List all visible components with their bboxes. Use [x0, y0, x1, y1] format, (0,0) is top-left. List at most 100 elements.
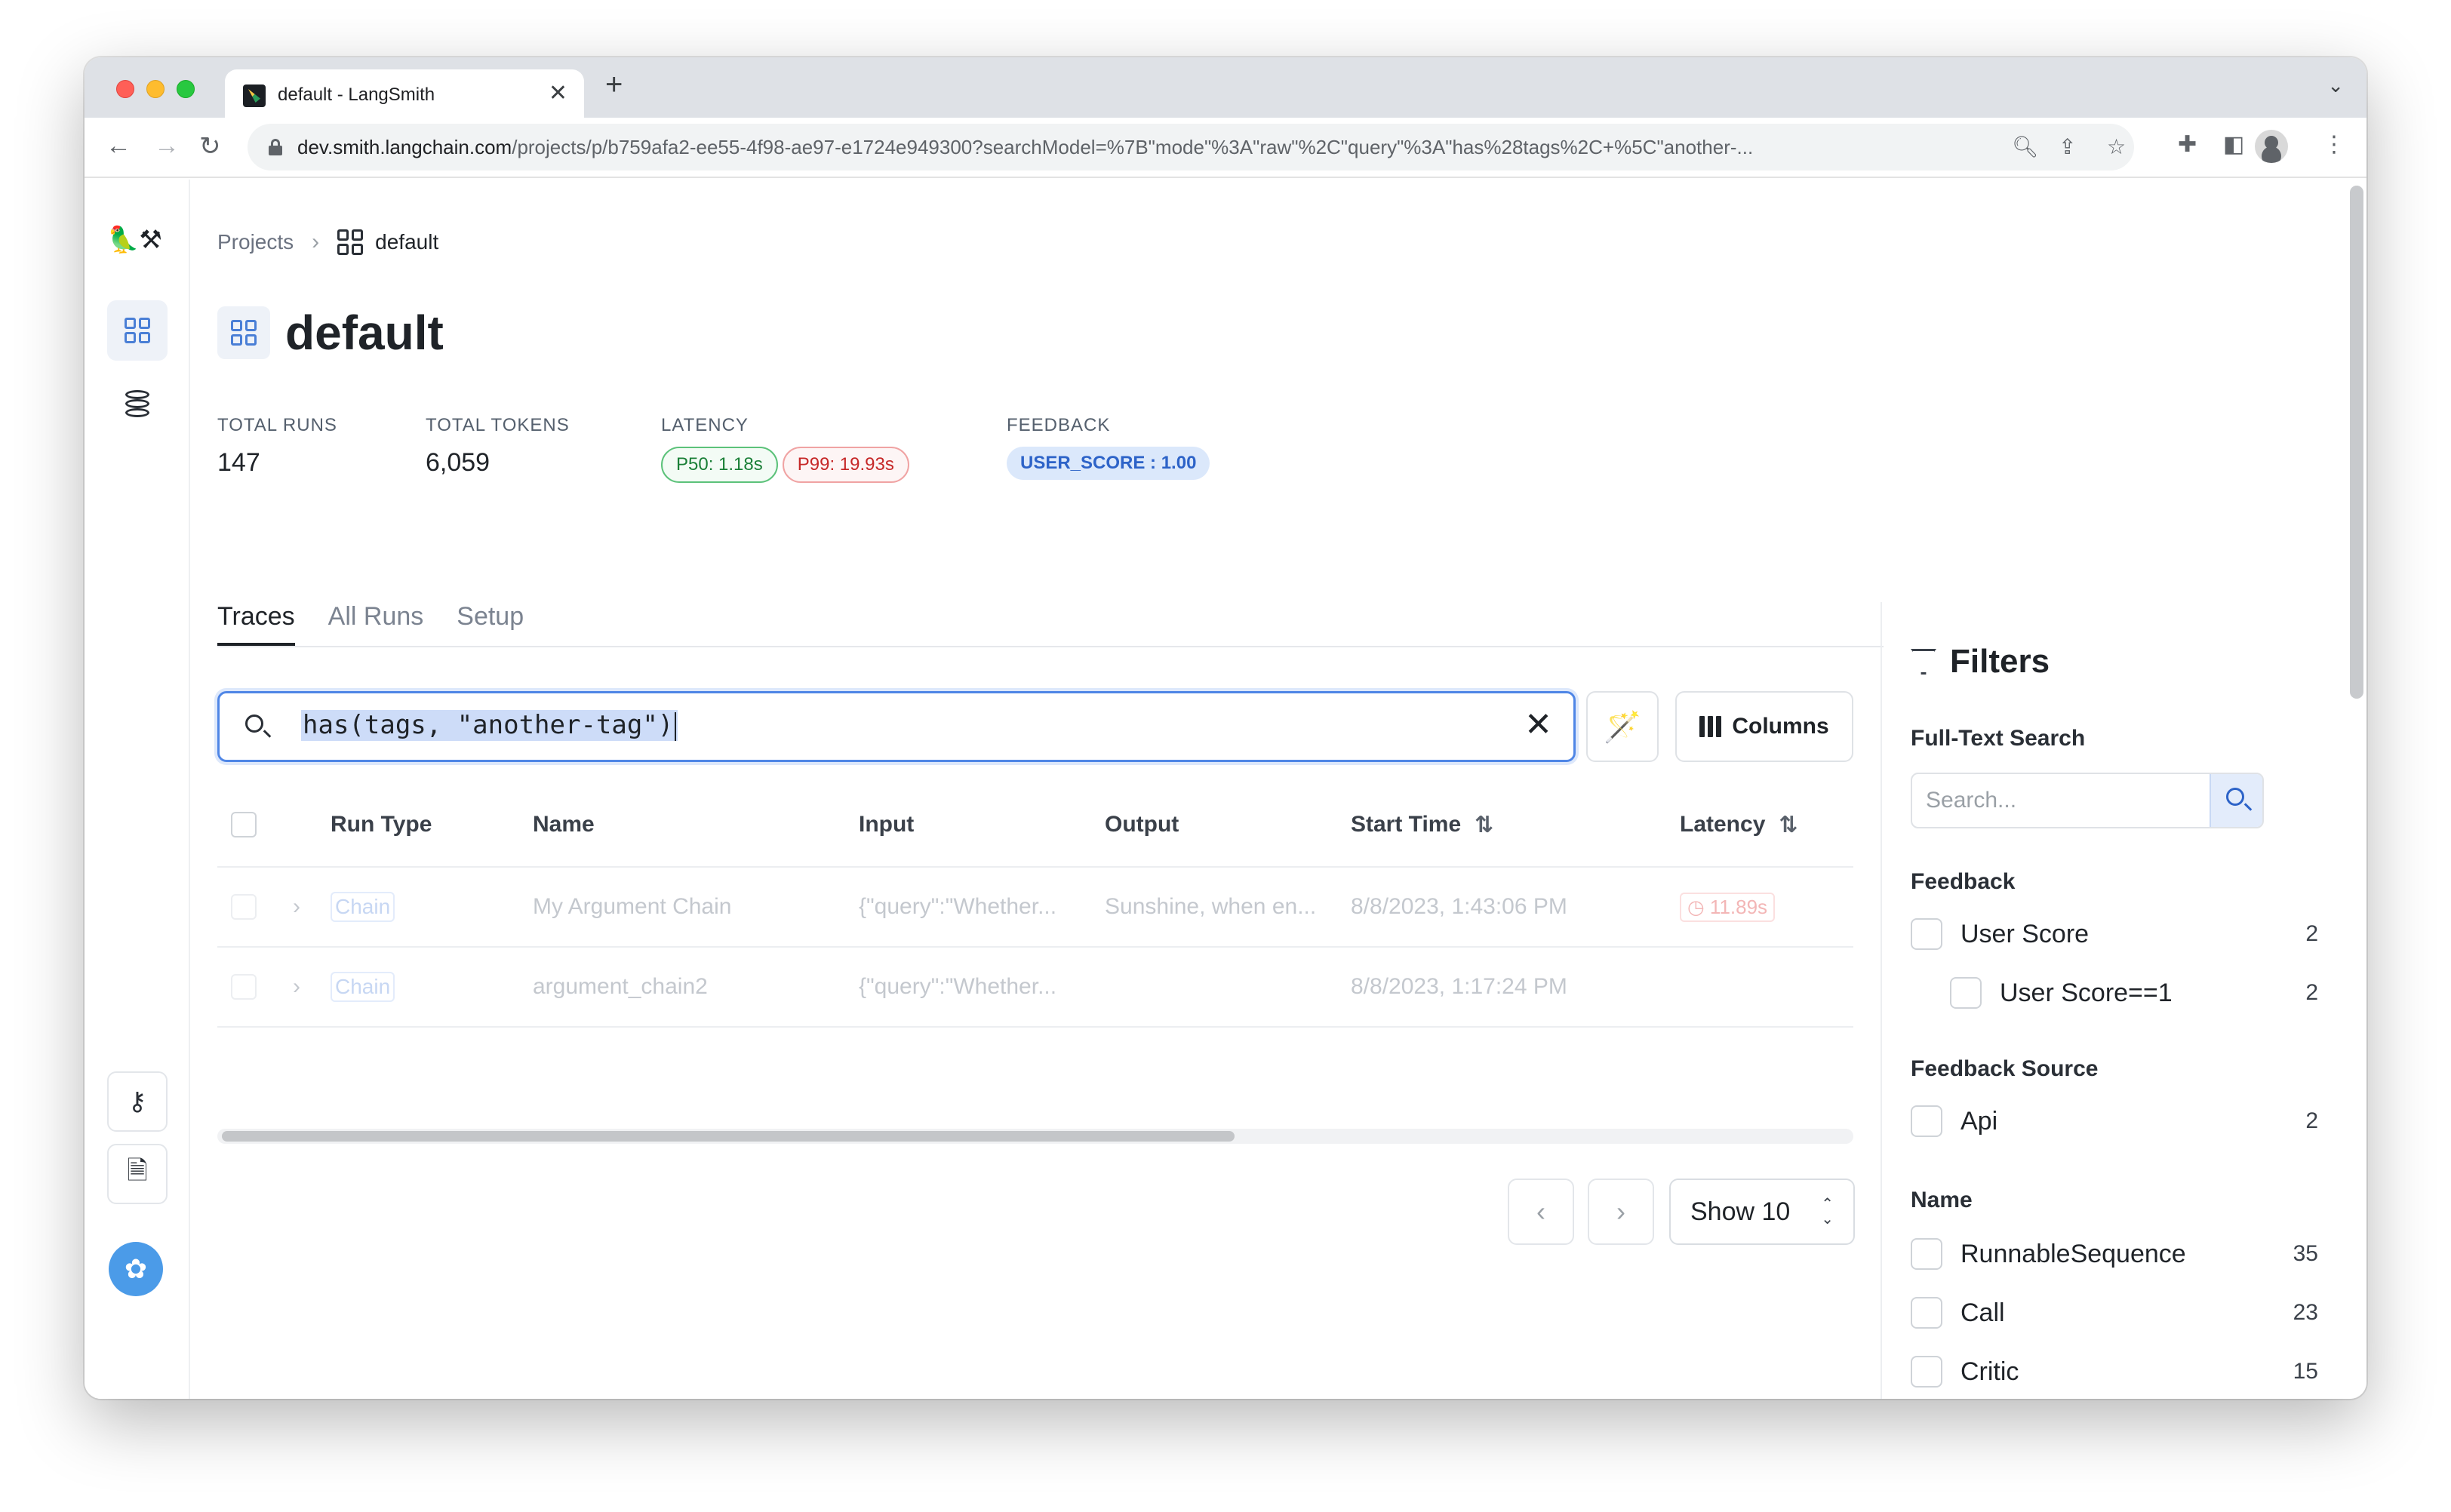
filter-option-label: Call	[1960, 1298, 2005, 1327]
sidebar-item-datasets[interactable]	[107, 374, 168, 435]
url-text[interactable]: dev.smith.langchain.com/projects/p/b759a…	[297, 136, 2033, 159]
filter-checkbox[interactable]	[1911, 918, 1942, 950]
filter-checkbox[interactable]	[1911, 1356, 1942, 1388]
sidebar-item-projects[interactable]	[107, 300, 168, 361]
expand-row-icon[interactable]: ›	[293, 948, 300, 1026]
next-page-button[interactable]: ›	[1588, 1179, 1654, 1245]
langsmith-logo[interactable]: 🦜⚒	[107, 225, 162, 255]
sidebar-item-docs[interactable]: 🗎	[107, 1144, 168, 1204]
latency-badge: ◷ 11.89s	[1680, 892, 1776, 922]
back-button[interactable]: ←	[106, 131, 131, 161]
zoom-icon[interactable]: 🔍︎	[2012, 134, 2039, 159]
columns-button-label: Columns	[1732, 714, 1829, 739]
reload-button[interactable]: ↻	[199, 131, 221, 161]
table-row[interactable]: › Chain argument_chain2 {"query":"Whethe…	[217, 948, 1853, 1028]
filter-option-user-score[interactable]: User Score 2	[1911, 916, 2318, 952]
minimize-window-button[interactable]	[146, 80, 165, 98]
feedback-badge[interactable]: USER_SCORE : 1.00	[1007, 447, 1210, 480]
row-checkbox[interactable]	[231, 894, 257, 920]
profile-avatar[interactable]	[2255, 130, 2288, 163]
sort-icon[interactable]: ⇅	[1779, 812, 1798, 838]
tab-setup[interactable]: Setup	[457, 602, 524, 646]
stat-total-runs: TOTAL RUNS 147	[217, 415, 337, 478]
project-tabs: Traces All Runs Setup	[217, 602, 1884, 647]
filter-checkbox[interactable]	[1911, 1238, 1942, 1270]
filter-checkbox[interactable]	[1911, 1297, 1942, 1329]
stat-value: 6,059	[426, 448, 491, 477]
sidebar-item-api-keys[interactable]: ⚷	[107, 1071, 168, 1132]
address-bar[interactable]: dev.smith.langchain.com/projects/p/b759a…	[248, 124, 2134, 171]
search-query-text[interactable]: has(tags, "another-tag")	[301, 710, 678, 741]
filter-checkbox[interactable]	[1911, 1105, 1942, 1137]
sort-icon[interactable]: ⇅	[1475, 812, 1493, 838]
previous-page-button[interactable]: ‹	[1508, 1179, 1574, 1245]
clear-search-icon[interactable]: ✕	[1524, 705, 1552, 744]
extensions-icon[interactable]: ✚	[2178, 131, 2197, 158]
run-type-badge: Chain	[331, 972, 395, 1002]
stat-total-tokens: TOTAL TOKENS 6,059	[426, 415, 570, 478]
tab-close-icon[interactable]: ✕	[549, 80, 567, 106]
organization-avatar[interactable]: ✿	[109, 1242, 163, 1296]
share-icon[interactable]: ⇪	[2059, 134, 2076, 159]
filter-option-call[interactable]: Call 23	[1911, 1295, 2318, 1331]
header-name: Name	[533, 812, 595, 837]
filter-option-label: RunnableSequence	[1960, 1239, 2186, 1268]
page-size-select[interactable]: Show 10 ⌃ ⌄	[1669, 1179, 1855, 1245]
filter-option-critic[interactable]: Critic 15	[1911, 1354, 2318, 1390]
scrollbar-thumb[interactable]	[222, 1131, 1235, 1142]
grid-icon	[125, 318, 150, 343]
filter-option-count: 35	[2293, 1241, 2318, 1266]
select-all-checkbox[interactable]	[231, 812, 257, 837]
row-checkbox[interactable]	[231, 974, 257, 1000]
ai-query-button[interactable]: 🪄	[1586, 691, 1659, 762]
stat-label: TOTAL TOKENS	[426, 415, 570, 435]
filter-option-api[interactable]: Api 2	[1911, 1103, 2318, 1139]
breadcrumb-projects-link[interactable]: Projects	[217, 230, 294, 254]
stat-value: 147	[217, 448, 260, 477]
new-tab-button[interactable]: +	[605, 68, 623, 102]
filter-option-runnablesequence[interactable]: RunnableSequence 35	[1911, 1236, 2318, 1272]
filter-checkbox[interactable]	[1950, 977, 1982, 1009]
stat-feedback: FEEDBACK USER_SCORE : 1.00	[1007, 415, 1214, 480]
horizontal-scrollbar[interactable]	[217, 1129, 1853, 1144]
menu-kebab-icon[interactable]: ⋮	[2323, 131, 2345, 158]
filter-option-label: User Score	[1960, 919, 2090, 948]
filter-option-user-score-1[interactable]: User Score==1 2	[1950, 975, 2318, 1011]
chevron-right-icon: ›	[312, 229, 320, 254]
feedback-source-heading: Feedback Source	[1911, 1056, 2099, 1081]
close-window-button[interactable]	[116, 80, 134, 98]
run-type-badge: Chain	[331, 892, 395, 922]
page-title: default	[285, 306, 444, 360]
full-text-search-button[interactable]	[2210, 774, 2262, 827]
filter-option-count: 2	[2305, 980, 2318, 1005]
lock-icon[interactable]	[269, 139, 282, 155]
document-icon: 🗎	[127, 1156, 148, 1185]
p99-latency-badge: P99: 19.93s	[782, 447, 909, 483]
tab-traces[interactable]: Traces	[217, 602, 295, 646]
filter-option-count: 2	[2305, 1108, 2318, 1133]
filter-option-label: Critic	[1960, 1357, 2019, 1386]
vertical-scrollbar[interactable]	[2350, 186, 2363, 699]
table-row[interactable]: › Chain My Argument Chain {"query":"Whet…	[217, 868, 1853, 948]
bookmark-star-icon[interactable]: ☆	[2107, 134, 2126, 159]
full-text-search-input[interactable]	[1912, 774, 2211, 827]
side-panel-icon[interactable]: ◧	[2223, 131, 2244, 158]
grid-icon	[231, 320, 257, 346]
latency-cell: ◷ 11.89s	[1680, 868, 1776, 946]
browser-tab[interactable]: default - LangSmith ✕	[225, 69, 584, 118]
columns-button[interactable]: Columns	[1675, 691, 1853, 762]
feedback-heading: Feedback	[1911, 869, 2016, 894]
stat-latency: LATENCY P50: 1.18s P99: 19.93s	[661, 415, 914, 483]
breadcrumb-current[interactable]: default	[337, 229, 438, 255]
main-content: Projects › default default TOTAL RUNS 14…	[217, 180, 1884, 1399]
zoom-window-button[interactable]	[177, 80, 195, 98]
langsmith-app: 🦜⚒ ⚷ 🗎 ✿ Projects › default default TOTA…	[85, 180, 2366, 1399]
header-start-time: Start Time ⇅	[1351, 783, 1493, 866]
filter-option-label: Api	[1960, 1106, 1998, 1136]
tab-all-runs[interactable]: All Runs	[328, 602, 424, 646]
tab-title: default - LangSmith	[278, 85, 435, 105]
search-input[interactable]: has(tags, "another-tag") ✕	[217, 691, 1576, 762]
tab-list-chevron-icon[interactable]: ⌄	[2327, 74, 2344, 97]
expand-row-icon[interactable]: ›	[293, 868, 300, 946]
forward-button[interactable]: →	[154, 131, 180, 161]
